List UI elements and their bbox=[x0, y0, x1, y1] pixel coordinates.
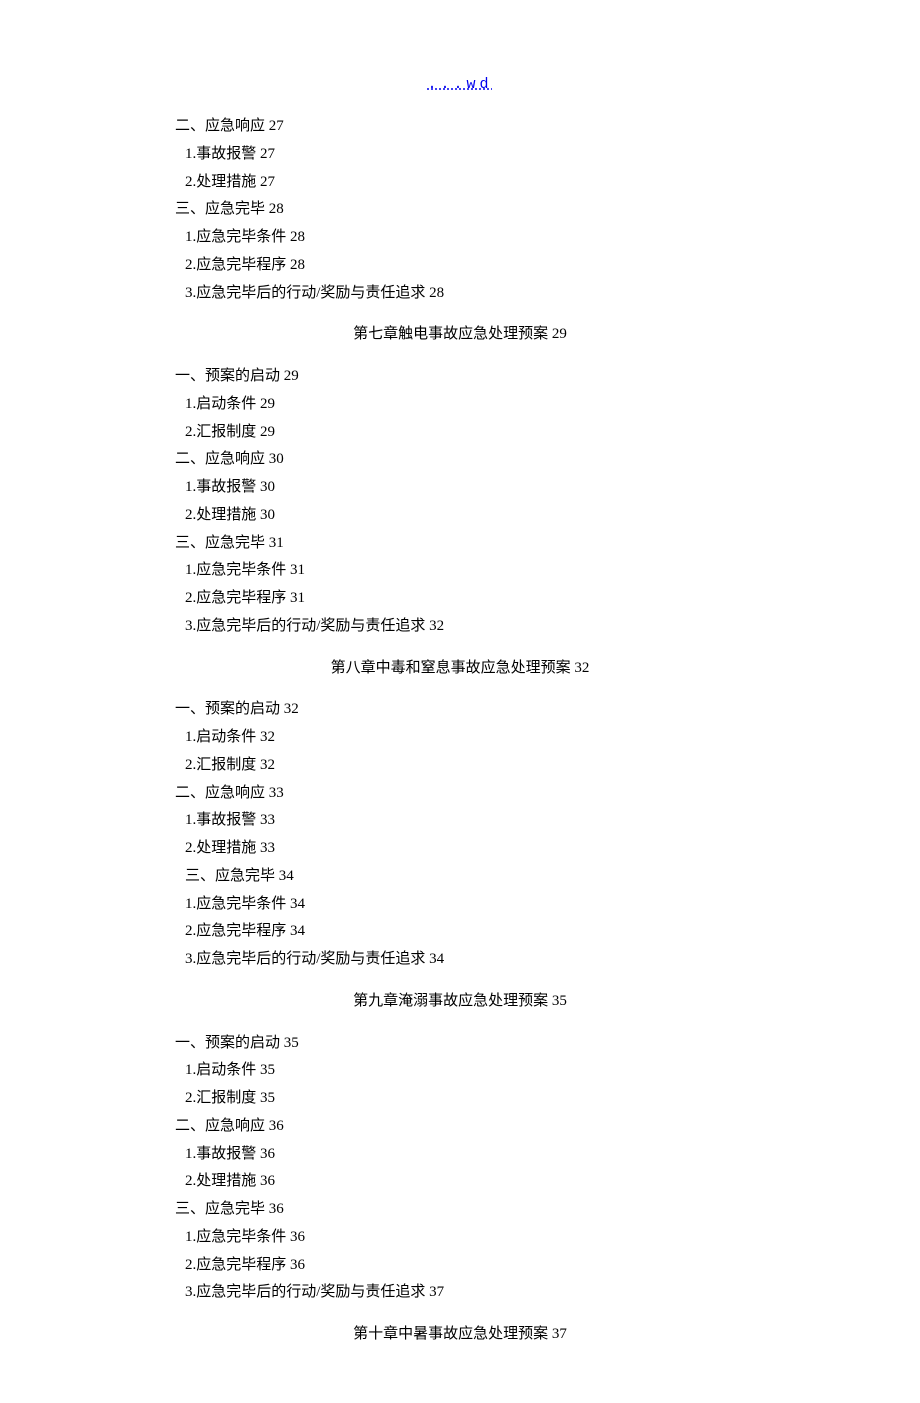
chapter-heading: 第七章触电事故应急处理预案 29 bbox=[175, 321, 745, 349]
toc-line: 3.应急完毕后的行动/奖励与责任追求 34 bbox=[175, 946, 745, 974]
toc-line: 一、预案的启动 32 bbox=[175, 696, 745, 724]
toc-line: 3.应急完毕后的行动/奖励与责任追求 32 bbox=[175, 613, 745, 641]
toc-line: 1.启动条件 29 bbox=[175, 391, 745, 419]
toc-line: 二、应急响应 27 bbox=[175, 113, 745, 141]
toc-line: 1.应急完毕条件 31 bbox=[175, 557, 745, 585]
toc-line: 3.应急完毕后的行动/奖励与责任追求 28 bbox=[175, 280, 745, 308]
toc-line: 2.应急完毕程序 34 bbox=[175, 918, 745, 946]
toc-line: 三、应急完毕 31 bbox=[175, 530, 745, 558]
toc-content: 二、应急响应 271.事故报警 272.处理措施 27三、应急完毕 281.应急… bbox=[175, 113, 745, 1349]
toc-line: 二、应急响应 30 bbox=[175, 446, 745, 474]
toc-line: 2.应急完毕程序 28 bbox=[175, 252, 745, 280]
toc-line: 1.应急完毕条件 34 bbox=[175, 891, 745, 919]
toc-line: 2.汇报制度 35 bbox=[175, 1085, 745, 1113]
toc-line: 2.应急完毕程序 31 bbox=[175, 585, 745, 613]
toc-line: 二、应急响应 36 bbox=[175, 1113, 745, 1141]
toc-line: 2.汇报制度 29 bbox=[175, 419, 745, 447]
toc-line: 1.应急完毕条件 28 bbox=[175, 224, 745, 252]
toc-line: 三、应急完毕 36 bbox=[175, 1196, 745, 1224]
toc-line: 三、应急完毕 28 bbox=[175, 196, 745, 224]
toc-line: 1.事故报警 27 bbox=[175, 141, 745, 169]
toc-line: 1.事故报警 36 bbox=[175, 1141, 745, 1169]
toc-line: 2.处理措施 30 bbox=[175, 502, 745, 530]
chapter-heading: 第十章中暑事故应急处理预案 37 bbox=[175, 1321, 745, 1349]
toc-line: 1.事故报警 30 bbox=[175, 474, 745, 502]
chapter-heading: 第八章中毒和窒息事故应急处理预案 32 bbox=[175, 655, 745, 683]
toc-line: 2.汇报制度 32 bbox=[175, 752, 745, 780]
toc-line: 一、预案的启动 29 bbox=[175, 363, 745, 391]
toc-line: 1.事故报警 33 bbox=[175, 807, 745, 835]
toc-line: 1.启动条件 35 bbox=[175, 1057, 745, 1085]
toc-line: 一、预案的启动 35 bbox=[175, 1030, 745, 1058]
toc-line: 2.处理措施 36 bbox=[175, 1168, 745, 1196]
toc-line: 1.应急完毕条件 36 bbox=[175, 1224, 745, 1252]
toc-line: 2.处理措施 27 bbox=[175, 169, 745, 197]
chapter-heading: 第九章淹溺事故应急处理预案 35 bbox=[175, 988, 745, 1016]
toc-line: 2.应急完毕程序 36 bbox=[175, 1252, 745, 1280]
toc-line: 三、应急完毕 34 bbox=[175, 863, 745, 891]
toc-line: 3.应急完毕后的行动/奖励与责任追求 37 bbox=[175, 1279, 745, 1307]
toc-line: 二、应急响应 33 bbox=[175, 780, 745, 808]
toc-line: 2.处理措施 33 bbox=[175, 835, 745, 863]
header-link[interactable]: ...wd bbox=[427, 76, 492, 93]
toc-line: 1.启动条件 32 bbox=[175, 724, 745, 752]
page-header: ...wd bbox=[175, 75, 745, 93]
